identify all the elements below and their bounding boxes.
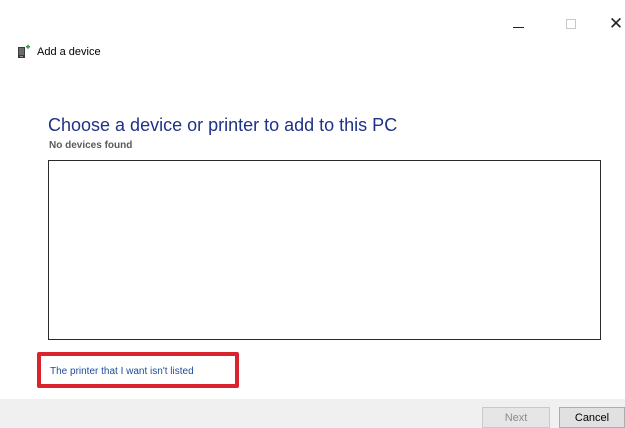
window-title-bar: Add a device	[17, 44, 101, 59]
add-device-icon	[18, 44, 30, 58]
page-heading: Choose a device or printer to add to thi…	[48, 115, 398, 135]
printer-not-listed-link[interactable]: The printer that I want isn't listed	[50, 366, 194, 377]
close-icon: ✕	[608, 14, 624, 34]
device-list[interactable]	[48, 160, 601, 340]
cancel-button[interactable]: Cancel	[559, 407, 625, 428]
window-title: Add a device	[37, 45, 101, 58]
next-button[interactable]: Next	[482, 407, 550, 428]
status-text: No devices found	[49, 140, 133, 151]
maximize-icon	[566, 19, 576, 29]
add-device-window: ✕ Add a device Choose a device or printe…	[0, 0, 625, 428]
maximize-button[interactable]	[548, 10, 594, 38]
minimize-button[interactable]	[495, 10, 541, 38]
close-button[interactable]: ✕	[593, 10, 625, 38]
minimize-icon	[512, 26, 524, 28]
